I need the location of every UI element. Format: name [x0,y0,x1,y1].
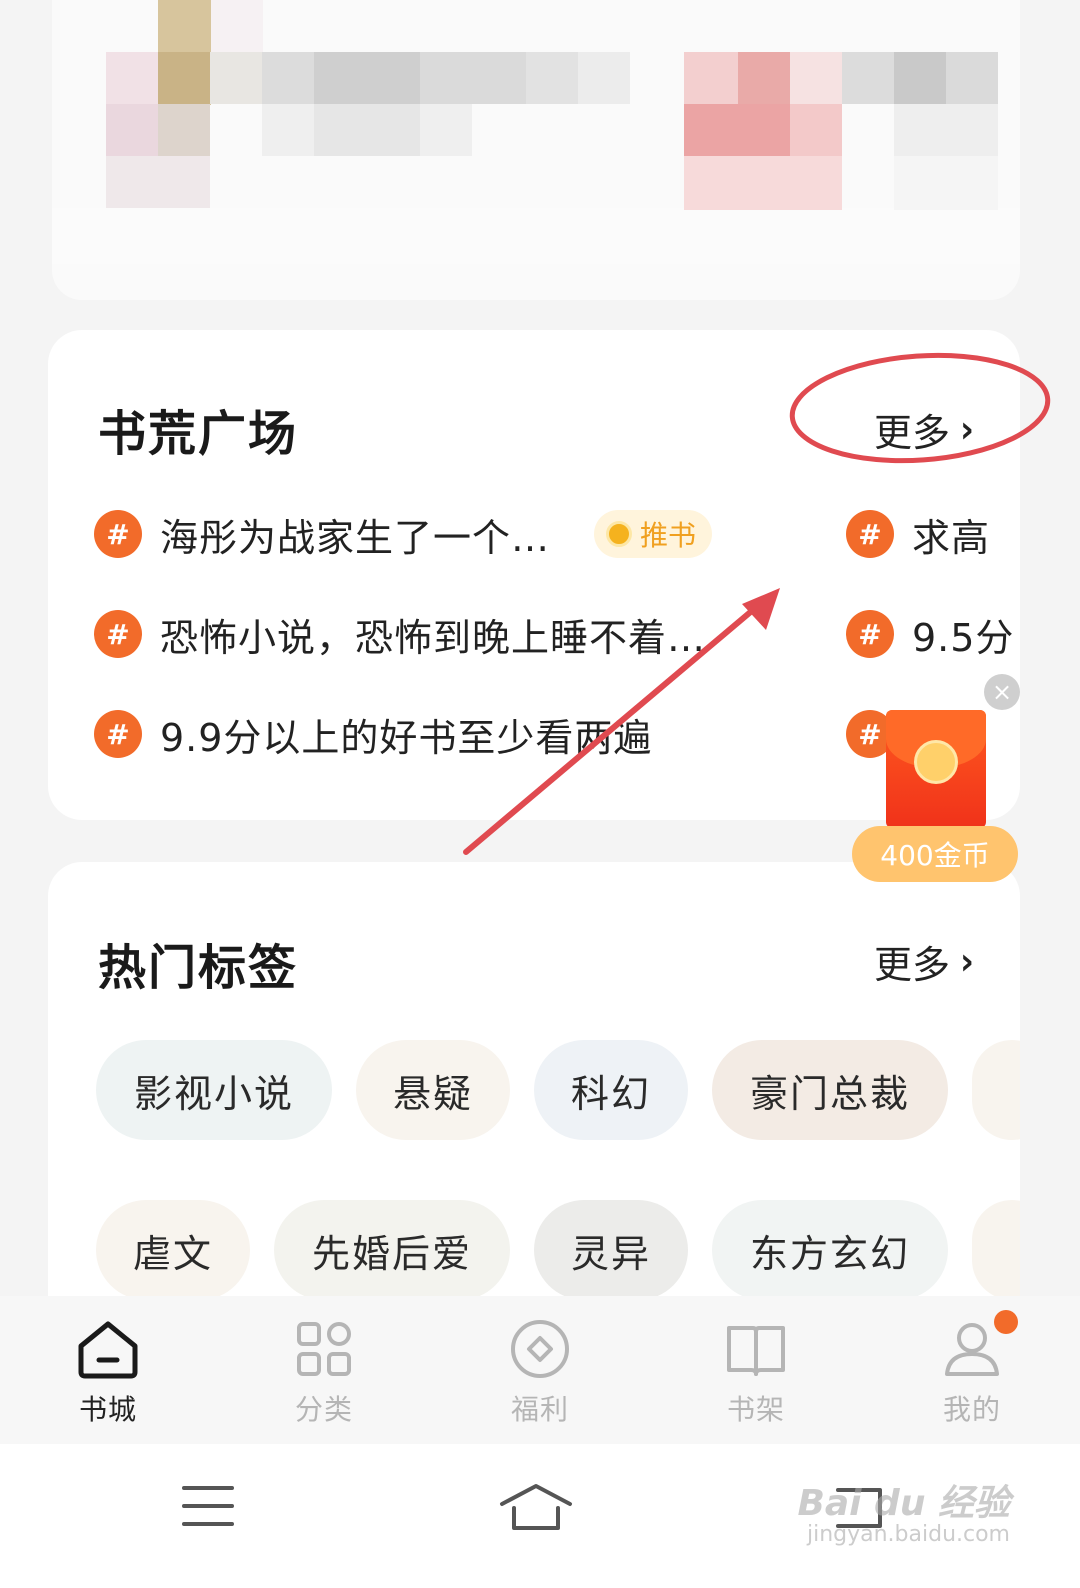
close-icon[interactable]: × [984,674,1020,710]
promo-tag: 推书 [594,510,713,558]
topic-text: 求高 [912,515,991,560]
bottom-nav: 书城 分类 福利 书架 我的 [0,1296,1080,1444]
topic-item[interactable]: # 求高 [846,504,1020,564]
tag-chip[interactable]: 悬疑 [356,1040,510,1140]
tag-chip[interactable]: 科幻 [534,1040,688,1140]
open-book-icon [727,1326,785,1376]
watermark-logo: Bai du 经验 [797,1483,1010,1524]
tag-chip[interactable]: 灵异 [534,1200,688,1300]
more-label: 更多 [873,943,950,987]
nav-label: 书城 [78,1393,137,1426]
menu-icon[interactable] [180,1482,236,1530]
nav-label: 我的 [942,1393,1001,1426]
nav-item-mine[interactable]: 我的 [864,1296,1080,1444]
tag-chip[interactable]: 虐文 [96,1200,250,1300]
book-square-card: 书荒广场 更多 › # 海彤为战家生了一个… 推书 # 恐怖小说，恐怖到晚上睡不… [48,330,1020,820]
topic-item[interactable]: # 海彤为战家生了一个… 推书 [94,504,713,564]
topic-text: 海彤为战家生了一个… [160,515,551,560]
promo-tag-label: 推书 [640,519,697,552]
chevron-right-icon: › [959,939,974,984]
tag-chip[interactable]: 豪门总裁 [712,1040,948,1140]
tag-chip-partial[interactable] [972,1040,1020,1140]
coin-icon [606,521,633,547]
blurred-banner [52,0,1020,300]
chevron-right-icon: › [959,407,974,452]
tag-chip[interactable]: 东方玄幻 [712,1200,948,1300]
hash-icon: # [94,710,142,758]
nav-label: 书架 [726,1393,785,1426]
tag-chip[interactable]: 影视小说 [96,1040,332,1140]
more-label: 更多 [873,411,950,455]
nav-item-bookshelf[interactable]: 书架 [648,1296,864,1444]
topic-item[interactable]: # 9.9分以上的好书至少看两遍 [94,704,652,764]
hash-icon: # [846,610,894,658]
nav-item-welfare[interactable]: 福利 [432,1296,648,1444]
topic-text: 9.5分 [912,615,1015,660]
hash-icon: # [94,510,142,558]
tag-chip[interactable]: 先婚后爱 [274,1200,510,1300]
book-square-more-link[interactable]: 更多 › [874,402,974,457]
hot-tags-more-link[interactable]: 更多 › [874,934,974,989]
hash-icon: # [94,610,142,658]
topic-text: 恐怖小说，恐怖到晚上睡不着… [160,615,707,660]
nav-label: 分类 [294,1393,353,1426]
topic-item[interactable]: # 9.5分 [846,604,1020,664]
grid-icon [297,1322,351,1376]
nav-item-category[interactable]: 分类 [216,1296,432,1444]
tag-chip-partial[interactable] [972,1200,1020,1300]
coin-icon [914,740,958,784]
nav-item-bookstore[interactable]: 书城 [0,1296,216,1444]
topic-item[interactable]: # 恐怖小说，恐怖到晚上睡不着… [94,604,706,664]
home-icon [78,1321,138,1379]
diamond-circle-icon [511,1320,569,1378]
coin-reward-badge[interactable]: 400金币 [852,826,1018,882]
hot-tags-title: 热门标签 [98,940,299,996]
hot-tags-card: 热门标签 更多 › 影视小说 悬疑 科幻 豪门总裁 虐文 先婚后爱 灵异 东方玄… [48,862,1020,1332]
notification-dot [994,1310,1018,1334]
hash-icon: # [846,510,894,558]
system-home-icon[interactable] [498,1482,574,1534]
nav-label: 福利 [510,1393,569,1426]
red-packet-widget[interactable] [886,710,986,828]
book-square-title: 书荒广场 [98,406,299,462]
topic-text: 9.9分以上的好书至少看两遍 [160,715,653,760]
watermark-url: jingyan.baidu.com [806,1522,1010,1547]
